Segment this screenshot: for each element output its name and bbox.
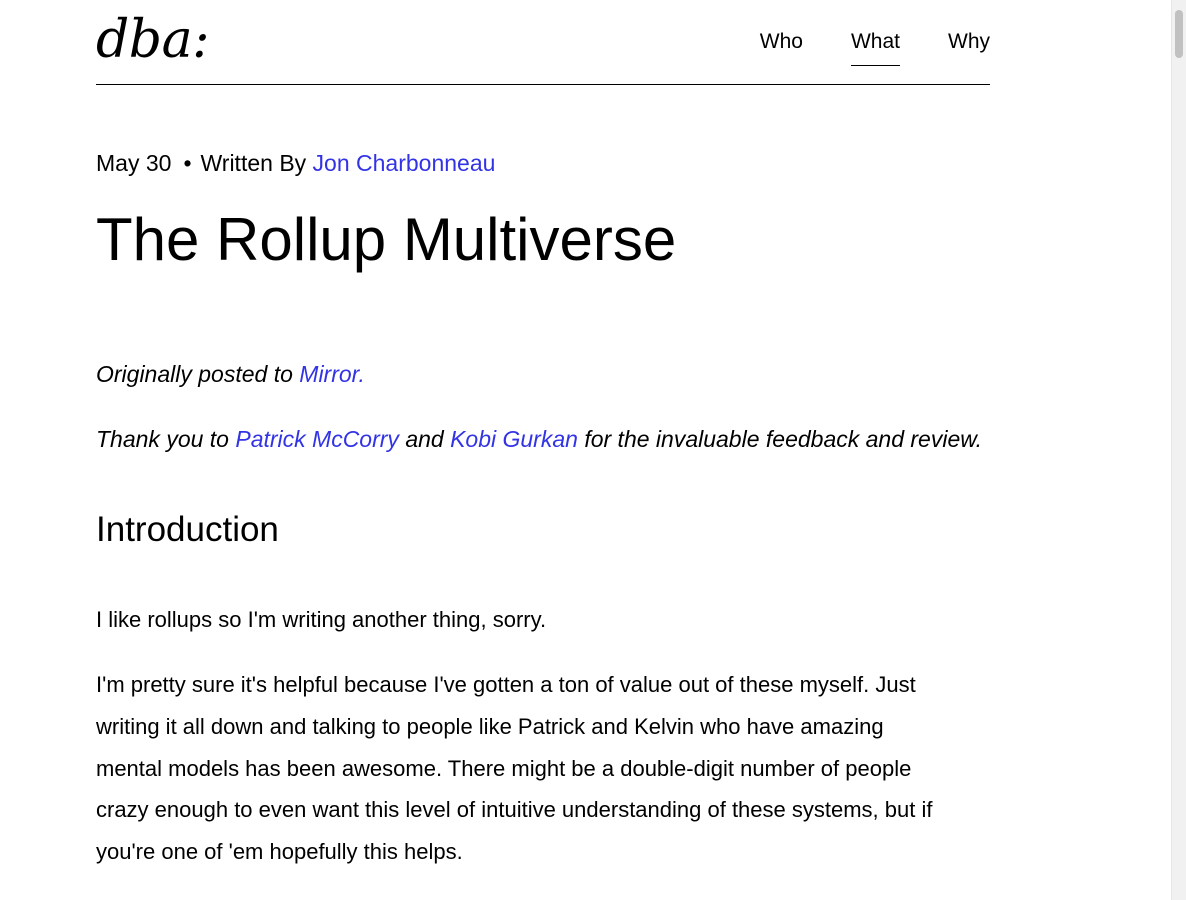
post-date: May 30: [96, 150, 172, 176]
nav-item-why[interactable]: Why: [948, 28, 990, 66]
thanks-suffix: for the invaluable feedback and review.: [584, 426, 982, 452]
originally-posted-note: Originally posted to Mirror.: [96, 360, 365, 388]
paragraph-2: I'm pretty sure it's helpful because I'v…: [96, 664, 996, 873]
paragraph-2-line: you're one of 'em hopefully this helps.: [96, 839, 463, 864]
main-nav: Who What Why: [760, 28, 990, 66]
thanks-and: and: [405, 426, 444, 452]
acknowledgement-note: Thank you to Patrick McCorry and Kobi Gu…: [96, 425, 982, 453]
paragraph-2-line: I'm pretty sure it's helpful because I'v…: [96, 672, 916, 697]
site-logo[interactable]: dba:: [96, 4, 210, 76]
site-header: dba: Who What Why: [96, 0, 990, 85]
written-by-label: Written By: [200, 150, 307, 176]
nav-item-who[interactable]: Who: [760, 28, 803, 66]
author-link[interactable]: Jon Charbonneau: [313, 150, 496, 176]
post-meta: May 30 • Written By Jon Charbonneau: [96, 149, 495, 177]
kobi-gurkan-link[interactable]: Kobi Gurkan: [450, 426, 578, 452]
originally-posted-prefix: Originally posted to: [96, 361, 293, 387]
section-heading-introduction: Introduction: [96, 510, 279, 549]
patrick-mccorry-link[interactable]: Patrick McCorry: [235, 426, 399, 452]
paragraph-1: I like rollups so I'm writing another th…: [96, 607, 547, 632]
paragraph-2-line: crazy enough to even want this level of …: [96, 797, 933, 823]
page-title: The Rollup Multiverse: [96, 206, 677, 273]
page: dba: Who What Why May 30 • Written By Jon …: [0, 0, 1186, 900]
meta-separator: •: [183, 150, 192, 176]
thanks-prefix: Thank you to: [96, 426, 229, 452]
scrollbar-thumb[interactable]: [1175, 10, 1183, 58]
vertical-scrollbar[interactable]: [1171, 0, 1186, 900]
paragraph-2-line: writing it all down and talking to peopl…: [96, 713, 884, 739]
mirror-link[interactable]: Mirror.: [299, 361, 365, 387]
paragraph-2-line: mental models has been awesome. There mi…: [96, 755, 912, 781]
nav-item-what[interactable]: What: [850, 28, 900, 66]
